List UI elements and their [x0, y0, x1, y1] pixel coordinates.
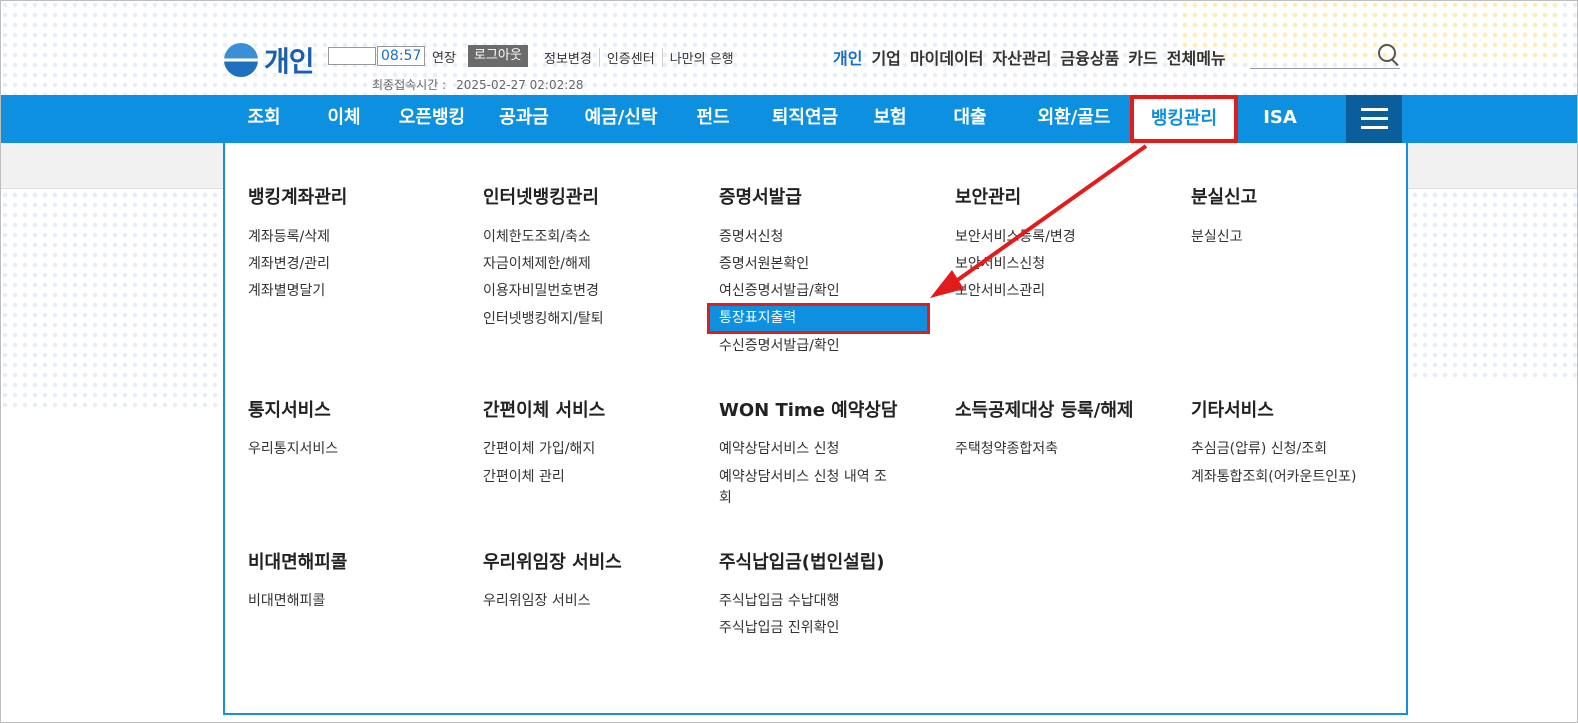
window-frame [0, 0, 1578, 723]
menu-link-passbook-cover-print[interactable]: 통장표지출력 [719, 307, 796, 327]
